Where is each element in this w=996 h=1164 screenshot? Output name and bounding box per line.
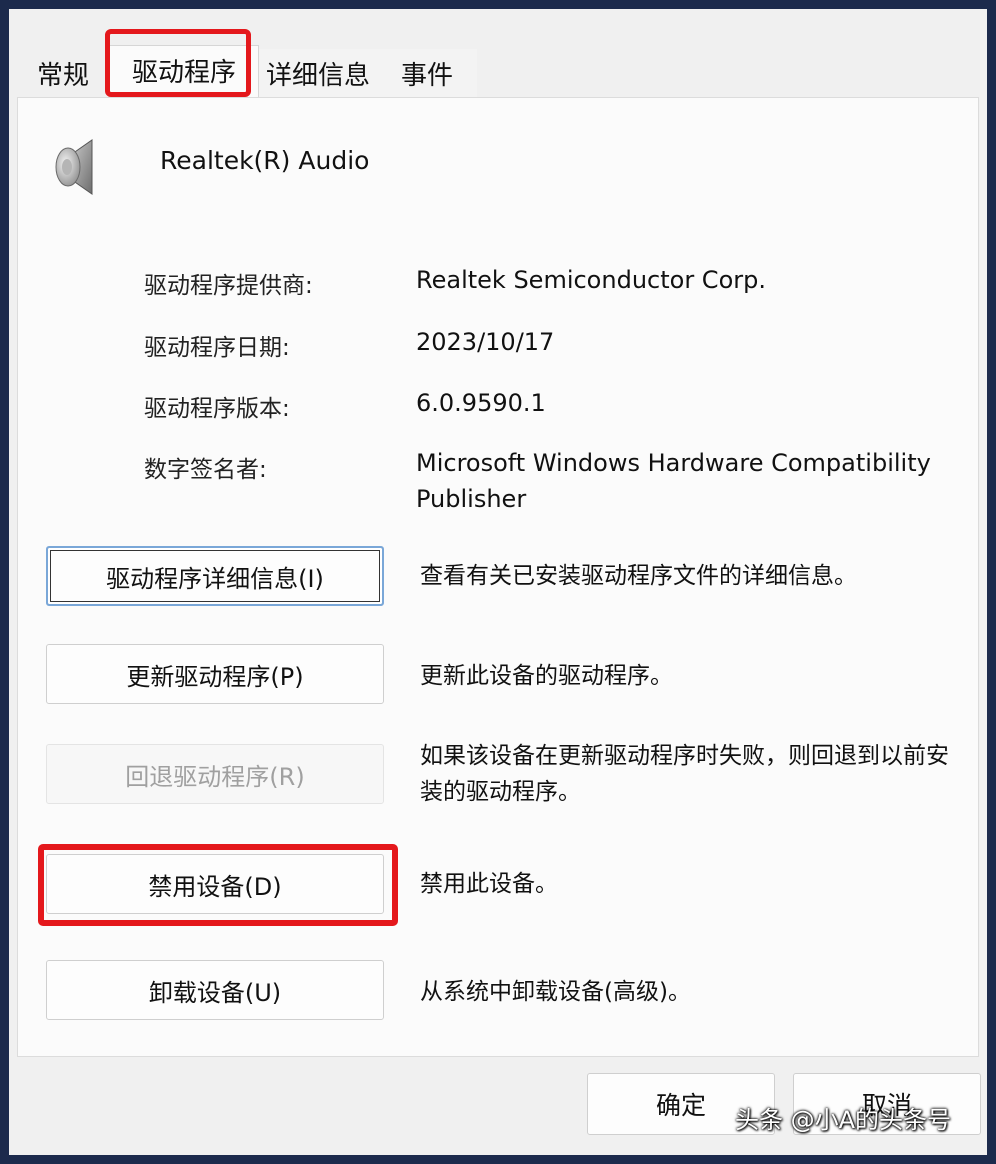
watermark: 头条 @小A的头条号 [735,1106,952,1134]
driver-details-button[interactable]: 驱动程序详细信息(I) [46,546,384,606]
provider-label: 驱动程序提供商: [144,273,313,299]
update-driver-desc: 更新此设备的驱动程序。 [420,663,673,689]
tab-driver[interactable]: 驱动程序 [109,45,259,99]
tab-details[interactable]: 详细信息 [259,49,377,99]
update-driver-button[interactable]: 更新驱动程序(P) [46,644,384,704]
signer-label: 数字签名者: [144,457,267,483]
signer-value: Microsoft Windows Hardware Compatibility… [416,449,931,513]
device-properties-dialog: 常规 详细信息 事件 驱动程序 Realtek(R) Audio 驱动程序提供商… [9,9,987,1155]
driver-panel: Realtek(R) Audio 驱动程序提供商: Realtek Semico… [17,97,979,1057]
provider-value: Realtek Semiconductor Corp. [416,266,766,294]
uninstall-device-desc: 从系统中卸载设备(高级)。 [420,979,691,1005]
tab-general[interactable]: 常规 [17,49,109,99]
device-name: Realtek(R) Audio [160,146,370,175]
rollback-driver-desc: 如果该设备在更新驱动程序时失败，则回退到以前安装的驱动程序。 [420,743,949,805]
uninstall-device-button[interactable]: 卸载设备(U) [46,960,384,1020]
date-label: 驱动程序日期: [144,335,290,361]
speaker-icon [52,136,114,198]
tab-strip: 常规 详细信息 事件 驱动程序 [9,9,987,99]
disable-device-desc: 禁用此设备。 [420,871,558,897]
disable-device-button[interactable]: 禁用设备(D) [46,854,384,914]
date-value: 2023/10/17 [416,328,555,356]
version-value: 6.0.9590.1 [416,389,546,417]
tab-events[interactable]: 事件 [377,49,477,99]
driver-details-desc: 查看有关已安装驱动程序文件的详细信息。 [420,563,857,589]
version-label: 驱动程序版本: [144,396,290,422]
rollback-driver-button[interactable]: 回退驱动程序(R) [46,744,384,804]
